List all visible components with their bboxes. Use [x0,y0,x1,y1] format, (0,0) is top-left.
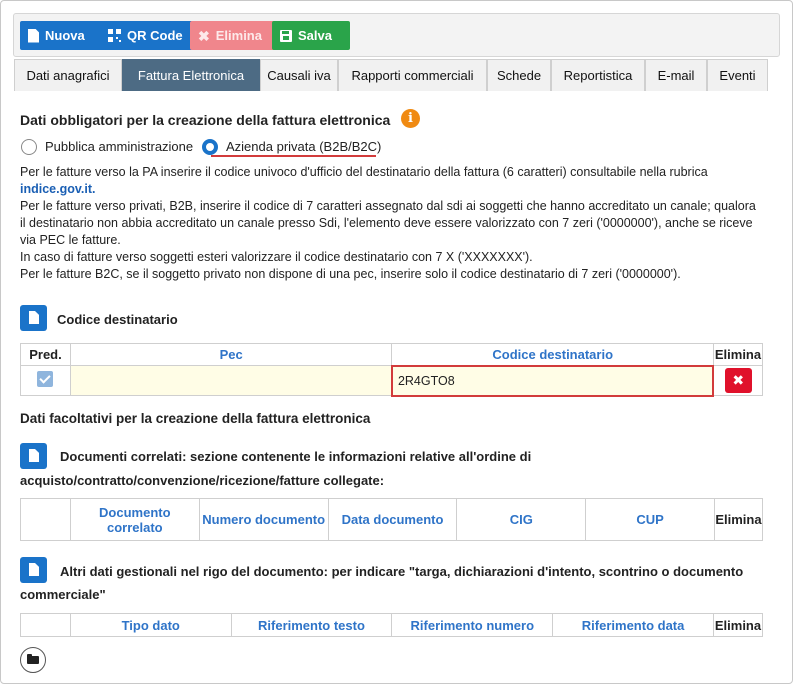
times-icon: ✖ [198,27,210,44]
tab-bar: Dati anagrafici Fattura Elettronica Caus… [14,59,781,91]
tab-reportistica[interactable]: Reportistica [551,59,645,91]
altri-dati-title: Altri dati gestionali nel rigo del docum… [60,564,744,579]
pred-checkbox[interactable] [37,371,54,387]
tab-email[interactable]: E-mail [645,59,707,91]
col-elimina: Elimina [712,343,764,366]
documenti-correlati-title-cont: acquisto/contratto/convenzione/ricezione… [20,473,385,488]
col-tipo-dato: Tipo dato [69,613,232,637]
nuova-label: Nuova [45,28,85,43]
codice-destinatario-title: Codice destinatario [57,312,178,327]
col-elimina: Elimina [712,613,764,637]
col-cup: CUP [585,498,715,541]
radio-pubblica-amministrazione-label: Pubblica amministrazione [45,139,194,154]
radio-azienda-privata[interactable] [202,139,218,155]
col-numero-documento: Numero documento [198,498,329,541]
info-text-line: Per le fatture B2C, se il soggetto priva… [20,267,681,281]
documenti-correlati-title: Documenti correlati: sezione contenente … [60,449,532,464]
col-riferimento-numero: Riferimento numero [391,613,554,637]
elimina-label: Elimina [215,28,262,43]
codice-destinatario-table: Pred. Pec Codice destinatario Elimina 2R… [20,343,764,397]
info-text-line: via PEC le fatture. [20,233,121,247]
elimina-cell: ✖ [712,365,764,396]
altri-dati-title-cont: commerciale" [20,587,106,602]
info-text-line: In caso di fatture verso soggetti esteri… [20,250,533,264]
section-facoltativi-title: Dati facoltativi per la creazione della … [20,411,371,426]
tab-dati-anagrafici[interactable]: Dati anagrafici [14,59,122,91]
table-row: 2R4GTO8 ✖ [20,364,764,397]
salva-label: Salva [298,28,332,43]
codice-destinatario-add-icon[interactable] [20,305,47,331]
col-riferimento-testo: Riferimento testo [230,613,393,637]
col-documento-correlato: Documento correlato [69,498,200,541]
tab-causali-iva[interactable]: Causali iva [260,59,338,91]
folder-icon[interactable] [20,647,46,673]
delete-row-button[interactable]: ✖ [724,368,752,393]
pred-cell [20,365,71,396]
col-elimina: Elimina [713,498,764,541]
col-pred: Pred. [20,343,71,366]
qr-code-label: QR Code [127,28,183,43]
info-icon[interactable]: i [401,109,420,128]
radio-azienda-privata-label: Azienda privata (B2B/B2C) [226,139,382,154]
info-text-line: Per le fatture verso la PA inserire il c… [20,165,708,179]
file-icon [28,28,39,43]
codice-destinatario-input[interactable]: 2R4GTO8 [390,364,715,397]
info-text-line: il destinatario non abbia accreditato un… [20,216,753,230]
altri-dati-add-icon[interactable] [20,557,47,583]
salva-button[interactable]: Salva [272,21,350,50]
col-codice-destinatario: Codice destinatario [391,343,714,366]
tab-fattura-elettronica[interactable]: Fattura Elettronica [122,59,260,91]
elimina-button[interactable]: ✖ Elimina [190,21,285,50]
section-obbligatori-title: Dati obbligatori per la creazione della … [20,112,391,128]
highlight-underline [211,155,376,157]
toolbar: Nuova QR Code ✖ Elimina Salva [13,13,780,57]
documenti-correlati-add-icon[interactable] [20,443,47,469]
tab-schede[interactable]: Schede [487,59,551,91]
col-pec: Pec [69,343,393,366]
tab-rapporti-commerciali[interactable]: Rapporti commerciali [338,59,487,91]
col-riferimento-data: Riferimento data [552,613,714,637]
col-empty [20,613,71,637]
radio-pubblica-amministrazione[interactable] [21,139,37,155]
tab-eventi[interactable]: Eventi [707,59,768,91]
nuova-button[interactable]: Nuova [20,21,110,50]
col-empty [20,498,71,541]
altri-dati-table: Tipo dato Riferimento testo Riferimento … [20,613,764,637]
col-cig: CIG [456,498,587,541]
info-text-line: Per le fatture verso privati, B2B, inser… [20,199,756,213]
indice-gov-link[interactable]: indice.gov.it. [20,181,95,198]
save-icon [280,29,292,42]
window: Nuova QR Code ✖ Elimina Salva Dati anagr… [0,0,793,684]
documenti-correlati-table: Documento correlato Numero documento Dat… [20,498,764,541]
col-data-documento: Data documento [327,498,458,541]
qr-code-icon [108,29,121,42]
pec-input[interactable] [69,365,393,396]
qr-code-button[interactable]: QR Code [100,21,197,50]
